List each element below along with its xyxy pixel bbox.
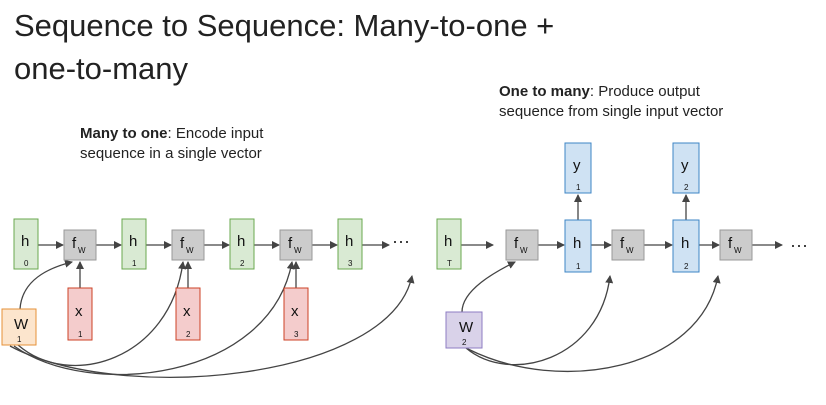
encoder-hidden-0: h0 xyxy=(13,218,39,270)
encoder-input-1-sub: 2 xyxy=(186,330,191,339)
decoder-output-1-sub: 2 xyxy=(684,183,689,192)
decoder-ellipsis: ··· xyxy=(790,235,808,255)
decoder-weight: W2 xyxy=(445,311,483,349)
decoder-weight-sub: 2 xyxy=(462,338,467,347)
decoder-function-2-sub: W xyxy=(734,246,742,255)
encoder-input-0: x1 xyxy=(67,287,93,341)
decoder-hidden-1: h2 xyxy=(672,219,700,273)
encoder-hidden-3-sub: 3 xyxy=(348,259,353,268)
encoder-hidden-2-label: h xyxy=(237,233,245,250)
encoder-weight-label: W xyxy=(14,316,29,333)
encoder-function-1: fW xyxy=(171,229,205,261)
decoder-output-1-label: y xyxy=(681,157,689,174)
encoder-input-0-label: x xyxy=(75,303,83,320)
encoder-hidden-0-sub: 0 xyxy=(24,259,29,268)
encoder-hidden-2-sub: 2 xyxy=(240,259,245,268)
decoder-function-1-rect xyxy=(611,229,645,261)
encoder-input-1: x2 xyxy=(175,287,201,341)
decoder-hidden-0-sub: 1 xyxy=(576,262,581,271)
decoder-function-2: fW xyxy=(719,229,753,261)
encoder-input-1-label: x xyxy=(183,303,191,320)
decoder-hidden-1-sub: 2 xyxy=(684,262,689,271)
decoder-function-1-sub: W xyxy=(626,246,634,255)
decoder-output-0: y1 xyxy=(564,142,592,194)
seq2seq-diagram: h0h1h2h3hTf Wf Wf Wx1x2x3W1f Wf Wf Wh1h2y1y2W2… xyxy=(1,142,808,378)
encoder-input-2-label: x xyxy=(291,303,299,320)
encoder-hidden-4-label: h xyxy=(444,233,452,250)
encoder-hidden-3-label: h xyxy=(345,233,353,250)
decoder-weight-label: W xyxy=(459,319,474,336)
decoder-function-0: fW xyxy=(505,229,539,261)
encoder-function-1-sub: W xyxy=(186,246,194,255)
encoder-weight-arrow-2 xyxy=(13,261,295,376)
encoder-hidden-4-sub: T xyxy=(447,259,452,268)
decoder-function-1: fW xyxy=(611,229,645,261)
encoder-input-2: x3 xyxy=(283,287,309,341)
encoder-hidden-2: h2 xyxy=(229,218,255,270)
encoder-function-0-rect xyxy=(63,229,97,261)
decoder-output-1: y2 xyxy=(672,142,700,194)
encoder-function-2-sub: W xyxy=(294,246,302,255)
decoder-weight-arrow-0 xyxy=(461,261,516,313)
encoder-input-0-sub: 1 xyxy=(78,330,83,339)
encoder-weight: W1 xyxy=(1,308,37,346)
encoder-hidden-4: hT xyxy=(436,218,462,270)
encoder-weight-arrow-1 xyxy=(17,261,187,367)
decoder-output-0-sub: 1 xyxy=(576,183,581,192)
encoder-hidden-0-label: h xyxy=(21,233,29,250)
encoder-function-1-rect xyxy=(171,229,205,261)
encoder-function-0-sub: W xyxy=(78,246,86,255)
decoder-hidden-0-label: h xyxy=(573,235,581,252)
decoder-function-2-rect xyxy=(719,229,753,261)
encoder-function-2: fW xyxy=(279,229,313,261)
encoder-hidden-1-sub: 1 xyxy=(132,259,137,268)
encoder-function-2-rect xyxy=(279,229,313,261)
encoder-ellipsis: ··· xyxy=(392,231,410,251)
decoder-function-0-sub: W xyxy=(520,246,528,255)
decoder-hidden-1-label: h xyxy=(681,235,689,252)
decoder-output-0-label: y xyxy=(573,157,581,174)
encoder-hidden-1: h1 xyxy=(121,218,147,270)
decoder-hidden-0: h1 xyxy=(564,219,592,273)
encoder-input-2-sub: 3 xyxy=(294,330,299,339)
decoder-function-0-rect xyxy=(505,229,539,261)
encoder-function-0: fW xyxy=(63,229,97,261)
decoder-weight-arrow-1 xyxy=(465,275,614,366)
encoder-weight-sub: 1 xyxy=(17,335,22,344)
encoder-hidden-1-label: h xyxy=(129,233,137,250)
encoder-hidden-3: h3 xyxy=(337,218,363,270)
